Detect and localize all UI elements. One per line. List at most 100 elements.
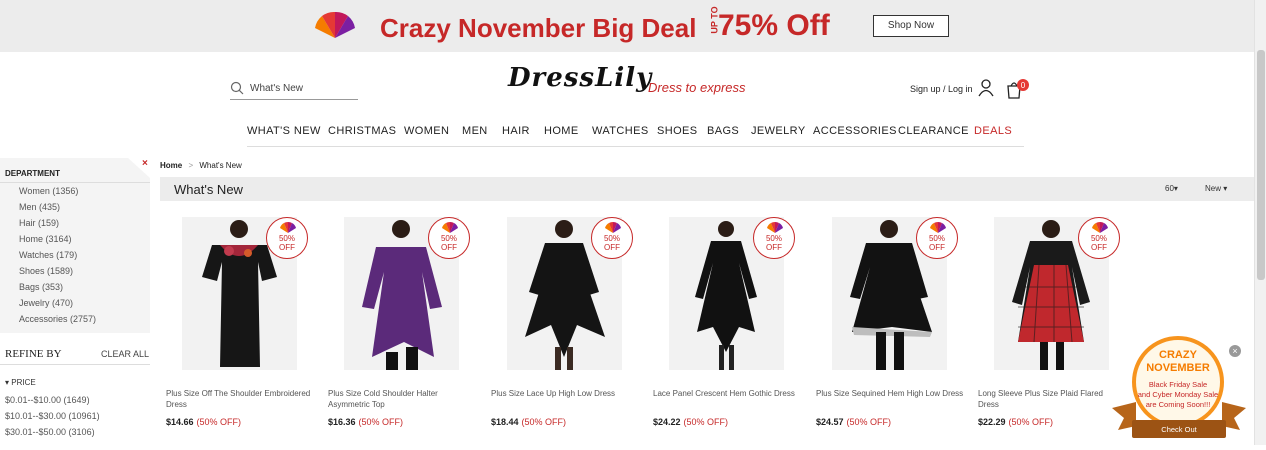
product-price-value: $18.44: [491, 417, 519, 427]
nav-deals[interactable]: DEALS: [974, 125, 1012, 137]
product-price: $24.22 (50% OFF): [653, 417, 728, 427]
product-name[interactable]: Long Sleeve Plus Size Plaid Flared Dress: [978, 388, 1126, 410]
sort-select[interactable]: New ▾: [1205, 184, 1227, 193]
product-card[interactable]: 50% OFF Plus Size Sequined Hem High Low …: [814, 217, 964, 432]
nav-whats-new[interactable]: WHAT'S NEW: [247, 125, 321, 137]
promo-percent: 75% Off: [718, 9, 830, 42]
badge-off: OFF: [441, 243, 457, 252]
product-price-value: $14.66: [166, 417, 194, 427]
product-card[interactable]: 50% OFF Plus Size Lace Up High Low Dress…: [489, 217, 639, 432]
product-price: $18.44 (50% OFF): [491, 417, 566, 427]
discount-badge: 50% OFF: [753, 217, 795, 259]
scrollbar-thumb[interactable]: [1257, 50, 1265, 280]
dept-accessories[interactable]: Accessories (2757): [19, 314, 96, 324]
dept-jewelry[interactable]: Jewelry (470): [19, 298, 73, 308]
discount-badge: 50% OFF: [916, 217, 958, 259]
dept-watches[interactable]: Watches (179): [19, 250, 77, 260]
breadcrumb-separator: >: [188, 161, 194, 170]
discount-badge: 50% OFF: [266, 217, 308, 259]
product-name[interactable]: Plus Size Lace Up High Low Dress: [491, 388, 639, 399]
badge-off: OFF: [279, 243, 295, 252]
cart-icon[interactable]: 0: [1006, 78, 1030, 100]
fan-logo-icon: [442, 221, 458, 233]
dept-home[interactable]: Home (3164): [19, 234, 72, 244]
nav-jewelry[interactable]: JEWELRY: [751, 125, 806, 137]
nav-men[interactable]: MEN: [462, 125, 488, 137]
product-price: $14.66 (50% OFF): [166, 417, 241, 427]
product-price-value: $16.36: [328, 417, 356, 427]
crazy-november-popup[interactable]: CRAZY NOVEMBER Black Friday Sale and Cyb…: [1108, 336, 1254, 445]
product-price-value: $24.22: [653, 417, 681, 427]
breadcrumb-home[interactable]: Home: [160, 161, 182, 170]
popup-line3: are Coming Soon!!!: [1146, 400, 1211, 409]
product-price-value: $22.29: [978, 417, 1006, 427]
signin-link[interactable]: Sign up / Log in: [910, 84, 973, 94]
divider: [0, 364, 150, 365]
close-icon[interactable]: ×: [142, 158, 148, 169]
search-box[interactable]: What's New: [230, 80, 358, 100]
per-page-select[interactable]: 60▾: [1165, 184, 1178, 193]
nav-clearance[interactable]: CLEARANCE: [898, 125, 969, 137]
badge-off: OFF: [604, 243, 620, 252]
dept-shoes[interactable]: Shoes (1589): [19, 266, 73, 276]
price-range-30-50[interactable]: $30.01--$50.00 (3106): [5, 427, 95, 437]
fan-logo-icon: [930, 221, 946, 233]
cart-count: 0: [1021, 81, 1026, 90]
dept-men[interactable]: Men (435): [19, 202, 60, 212]
fan-logo-icon: [767, 221, 783, 233]
badge-percent: 50%: [440, 234, 457, 243]
user-icon[interactable]: [978, 79, 994, 97]
product-name[interactable]: Plus Size Off The Shoulder Embroidered D…: [166, 388, 314, 410]
popup-crazy: CRAZY: [1159, 349, 1198, 361]
product-discount: (50% OFF): [683, 417, 729, 427]
nav-shoes[interactable]: SHOES: [657, 125, 698, 137]
badge-percent: 50%: [603, 234, 620, 243]
fan-logo-icon: [280, 221, 296, 233]
page-scrollbar[interactable]: [1254, 0, 1266, 445]
product-name[interactable]: Plus Size Cold Shoulder Halter Asymmetri…: [328, 388, 476, 410]
price-range-10-30[interactable]: $10.01--$30.00 (10961): [5, 411, 100, 421]
badge-percent: 50%: [1090, 234, 1107, 243]
fan-logo-icon: [605, 221, 621, 233]
search-input[interactable]: What's New: [250, 83, 303, 94]
nav-accessories[interactable]: ACCESSORIES: [813, 125, 897, 137]
promo-banner[interactable]: Crazy November Big Deal UP TO 75% Off Sh…: [0, 0, 1254, 52]
product-name[interactable]: Lace Panel Crescent Hem Gothic Dress: [653, 388, 801, 399]
product-price: $16.36 (50% OFF): [328, 417, 403, 427]
dept-hair[interactable]: Hair (159): [19, 218, 59, 228]
nav-hair[interactable]: HAIR: [502, 125, 530, 137]
price-range-0-10[interactable]: $0.01--$10.00 (1649): [5, 395, 90, 405]
nav-bags[interactable]: BAGS: [707, 125, 739, 137]
product-discount: (50% OFF): [846, 417, 892, 427]
discount-badge: 50% OFF: [591, 217, 633, 259]
clear-all-link[interactable]: CLEAR ALL: [101, 349, 149, 359]
product-price: $22.29 (50% OFF): [978, 417, 1053, 427]
popup-check-out-button[interactable]: Check Out: [1161, 425, 1197, 434]
product-card[interactable]: 50% OFF Long Sleeve Plus Size Plaid Flar…: [976, 217, 1126, 432]
product-card[interactable]: 50% OFF Lace Panel Crescent Hem Gothic D…: [651, 217, 801, 432]
badge-off: OFF: [766, 243, 782, 252]
badge-percent: 50%: [765, 234, 782, 243]
discount-badge: 50% OFF: [428, 217, 470, 259]
badge-off: OFF: [929, 243, 945, 252]
refine-by-heading: REFINE BY: [5, 348, 62, 360]
shop-now-button[interactable]: Shop Now: [873, 15, 949, 37]
price-filter-heading[interactable]: ▾ PRICE: [5, 378, 36, 387]
divider: [0, 182, 150, 183]
popup-line1: Black Friday Sale: [1149, 380, 1207, 389]
brand-logo[interactable]: DressLily: [508, 63, 652, 93]
badge-percent: 50%: [278, 234, 295, 243]
product-card[interactable]: 50% OFF Plus Size Cold Shoulder Halter A…: [326, 217, 476, 432]
product-name[interactable]: Plus Size Sequined Hem High Low Dress: [816, 388, 964, 399]
search-icon[interactable]: [230, 81, 244, 95]
close-icon[interactable]: ×: [1232, 346, 1237, 356]
dept-bags[interactable]: Bags (353): [19, 282, 63, 292]
product-card[interactable]: 50% OFF Plus Size Off The Shoulder Embro…: [164, 217, 314, 432]
dept-women[interactable]: Women (1356): [19, 186, 78, 196]
nav-women[interactable]: WOMEN: [404, 125, 449, 137]
product-discount: (50% OFF): [358, 417, 404, 427]
nav-christmas[interactable]: CHRISTMAS: [328, 125, 396, 137]
nav-home[interactable]: HOME: [544, 125, 579, 137]
nav-watches[interactable]: WATCHES: [592, 125, 649, 137]
popup-november: NOVEMBER: [1146, 362, 1210, 374]
